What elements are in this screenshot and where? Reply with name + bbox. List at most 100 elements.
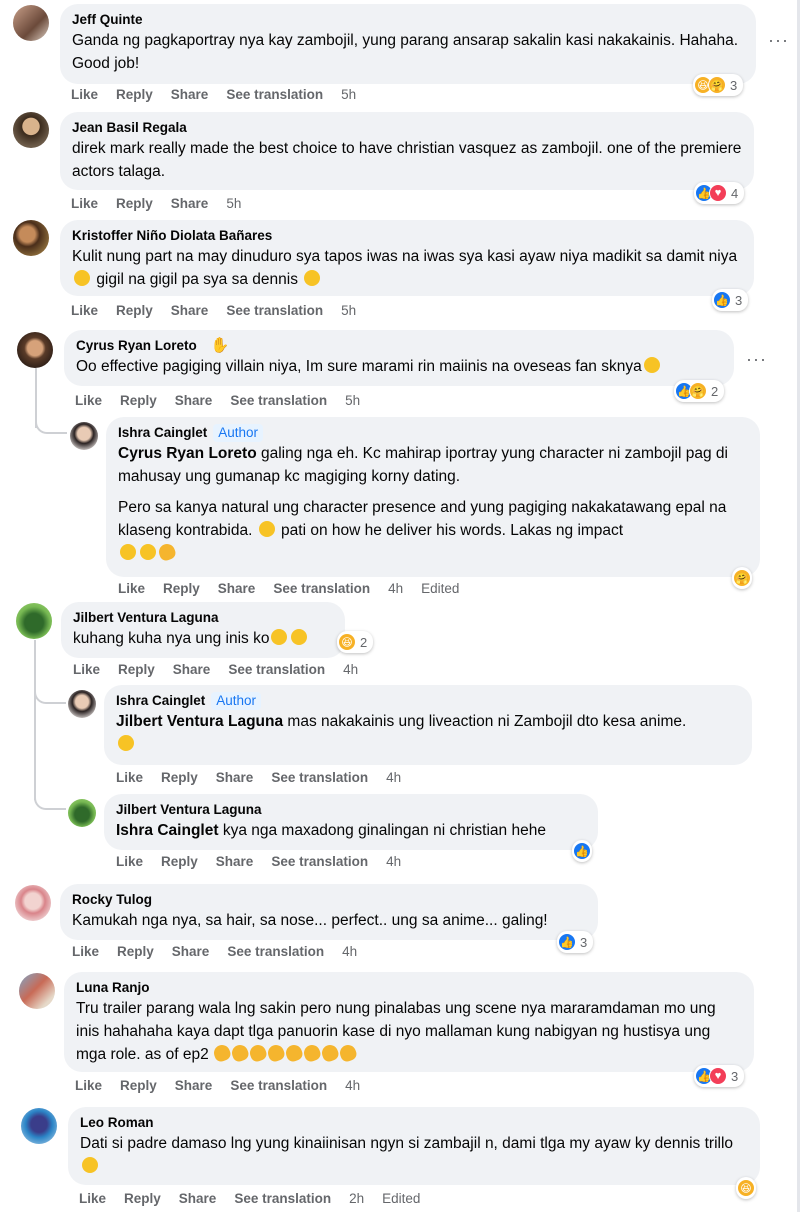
reaction-summary[interactable]: 👍 3 — [712, 289, 749, 311]
reaction-summary[interactable]: 👍 ♥ 4 — [694, 182, 745, 204]
share-button[interactable]: Share — [171, 86, 209, 104]
reaction-summary[interactable]: 👍 🤗 2 — [674, 380, 725, 402]
see-translation-button[interactable]: See translation — [234, 1190, 331, 1208]
comment-author-name[interactable]: Cyrus Ryan Loreto — [76, 338, 197, 353]
share-button[interactable]: Share — [173, 661, 211, 679]
share-button[interactable]: Share — [171, 302, 209, 320]
avatar[interactable] — [68, 690, 96, 718]
mention-link[interactable]: Ishra Cainglet — [116, 822, 219, 839]
timestamp[interactable]: 5h — [341, 86, 356, 104]
timestamp[interactable]: 2h — [349, 1190, 364, 1208]
reaction-summary[interactable]: 🤗 — [732, 567, 752, 589]
reaction-summary[interactable]: 😆 🤗 3 — [693, 74, 744, 96]
comment-author[interactable]: Luna Ranjo — [76, 979, 742, 997]
avatar[interactable] — [19, 973, 55, 1009]
avatar[interactable] — [13, 5, 49, 41]
share-button[interactable]: Share — [171, 195, 209, 213]
reaction-summary[interactable]: 😆 — [736, 1177, 756, 1199]
comment-author[interactable]: Jilbert Ventura Laguna — [73, 609, 333, 627]
like-button[interactable]: Like — [71, 86, 98, 104]
see-translation-button[interactable]: See translation — [230, 1077, 327, 1095]
share-button[interactable]: Share — [218, 580, 256, 598]
reaction-summary[interactable]: 👍 ♥ 3 — [694, 1065, 745, 1087]
reaction-summary[interactable]: 😆 2 — [337, 631, 374, 653]
like-button[interactable]: Like — [116, 853, 143, 871]
timestamp[interactable]: 4h — [386, 853, 401, 871]
see-translation-button[interactable]: See translation — [271, 853, 368, 871]
reaction-summary[interactable]: 👍 — [572, 840, 592, 862]
reply-button[interactable]: Reply — [124, 1190, 161, 1208]
reply-button[interactable]: Reply — [120, 1077, 157, 1095]
share-button[interactable]: Share — [179, 1190, 217, 1208]
avatar[interactable] — [17, 332, 53, 368]
comment-author[interactable]: Ishra Cainglet Author — [116, 692, 740, 710]
like-button[interactable]: Like — [73, 661, 100, 679]
comment-actions: Like Reply Share See translation 5h — [71, 86, 374, 104]
reply-button[interactable]: Reply — [163, 580, 200, 598]
more-options-icon[interactable]: ··· — [746, 349, 767, 370]
reply-button[interactable]: Reply — [117, 943, 154, 961]
reply-button[interactable]: Reply — [161, 853, 198, 871]
reaction-summary[interactable]: 👍 3 — [557, 931, 594, 953]
like-button[interactable]: Like — [75, 392, 102, 410]
timestamp[interactable]: 4h — [388, 580, 403, 598]
see-translation-button[interactable]: See translation — [227, 943, 324, 961]
avatar[interactable] — [70, 422, 98, 450]
like-button[interactable]: Like — [79, 1190, 106, 1208]
like-button[interactable]: Like — [118, 580, 145, 598]
comment-bubble: Leo Roman Dati si padre damaso lng yung … — [68, 1107, 760, 1185]
timestamp[interactable]: 4h — [342, 943, 357, 961]
comment-author[interactable]: Jean Basil Regala — [72, 119, 742, 137]
comment-bubble: Jean Basil Regala direk mark really made… — [60, 112, 754, 190]
see-translation-button[interactable]: See translation — [226, 302, 323, 320]
avatar[interactable] — [13, 220, 49, 256]
reply-button[interactable]: Reply — [118, 661, 155, 679]
timestamp[interactable]: 5h — [226, 195, 241, 213]
see-translation-button[interactable]: See translation — [230, 392, 327, 410]
see-translation-button[interactable]: See translation — [228, 661, 325, 679]
comment-author[interactable]: Kristoffer Niño Diolata Bañares — [72, 227, 742, 245]
clap-emoji-icon — [337, 1042, 359, 1064]
timestamp[interactable]: 4h — [386, 769, 401, 787]
see-translation-button[interactable]: See translation — [226, 86, 323, 104]
comment-author[interactable]: Leo Roman — [80, 1114, 748, 1132]
see-translation-button[interactable]: See translation — [273, 580, 370, 598]
reply-button[interactable]: Reply — [120, 392, 157, 410]
reply-button[interactable]: Reply — [161, 769, 198, 787]
comment-author[interactable]: Ishra Cainglet Author — [118, 424, 748, 442]
avatar[interactable] — [16, 603, 52, 639]
timestamp[interactable]: 5h — [341, 302, 356, 320]
reply-button[interactable]: Reply — [116, 195, 153, 213]
comment-author[interactable]: Jeff Quinte — [72, 11, 744, 29]
comment-author-name[interactable]: Ishra Cainglet — [116, 693, 205, 708]
timestamp[interactable]: 4h — [343, 661, 358, 679]
mention-link[interactable]: Cyrus Ryan Loreto — [118, 445, 257, 462]
comment-text-part: kuhang kuha nya ung inis ko — [73, 630, 270, 647]
comment-author[interactable]: Rocky Tulog — [72, 891, 586, 909]
avatar[interactable] — [21, 1108, 57, 1144]
share-button[interactable]: Share — [216, 853, 254, 871]
like-button[interactable]: Like — [71, 302, 98, 320]
share-button[interactable]: Share — [175, 392, 213, 410]
like-button[interactable]: Like — [75, 1077, 102, 1095]
reply-button[interactable]: Reply — [116, 86, 153, 104]
avatar[interactable] — [13, 112, 49, 148]
share-button[interactable]: Share — [216, 769, 254, 787]
share-button[interactable]: Share — [175, 1077, 213, 1095]
comment-author[interactable]: Cyrus Ryan Loreto ✋ — [76, 337, 722, 355]
like-button[interactable]: Like — [72, 943, 99, 961]
mention-link[interactable]: Jilbert Ventura Laguna — [116, 713, 283, 730]
avatar[interactable] — [15, 885, 51, 921]
comment-actions: Like Reply Share See translation 4h — [116, 769, 419, 787]
comment-author-name[interactable]: Ishra Cainglet — [118, 425, 207, 440]
avatar[interactable] — [68, 799, 96, 827]
like-button[interactable]: Like — [71, 195, 98, 213]
reply-button[interactable]: Reply — [116, 302, 153, 320]
comment-author[interactable]: Jilbert Ventura Laguna — [116, 801, 586, 819]
see-translation-button[interactable]: See translation — [271, 769, 368, 787]
more-options-icon[interactable]: ··· — [768, 30, 789, 51]
like-button[interactable]: Like — [116, 769, 143, 787]
timestamp[interactable]: 4h — [345, 1077, 360, 1095]
timestamp[interactable]: 5h — [345, 392, 360, 410]
share-button[interactable]: Share — [172, 943, 210, 961]
